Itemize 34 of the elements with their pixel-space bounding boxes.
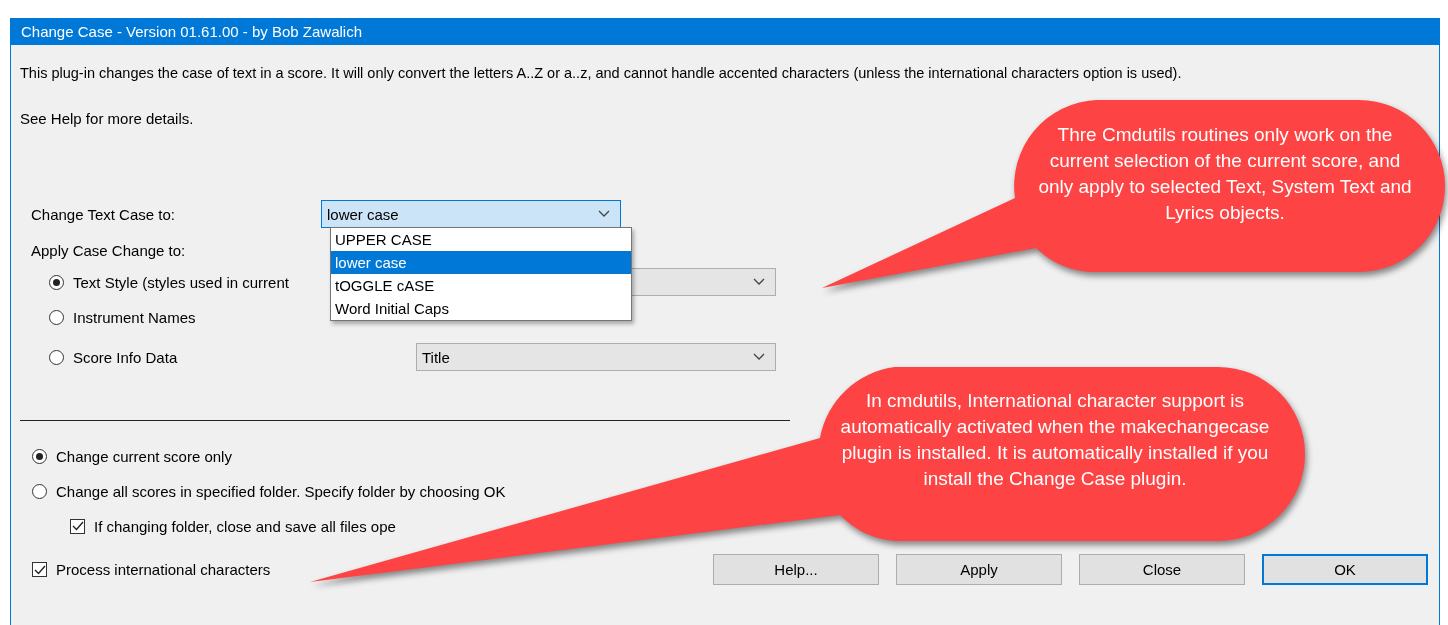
radio-label: Change all scores in specified folder. Specify folder by choosing OK <box>56 482 506 500</box>
radio-button[interactable] <box>49 274 64 290</box>
radio-label: Text Style (styles used in current <box>73 273 289 291</box>
dropdown-option[interactable]: Word Initial Caps <box>331 297 631 320</box>
checkbox-label: Process international characters <box>56 561 271 578</box>
chevron-icon <box>598 210 610 218</box>
dropdown-option[interactable]: tOGGLE cASE <box>331 274 631 297</box>
section-label: Apply Case Change to: <box>31 242 186 259</box>
window-title: Change Case - Version 01.61.00 - by Bob Zawalich <box>21 23 363 40</box>
dropdown-option[interactable]: lower case <box>331 251 631 274</box>
dropdown-option[interactable]: UPPER CASE <box>331 228 631 251</box>
chevron-icon <box>753 278 765 286</box>
radio-label: Change current score only <box>56 447 232 465</box>
checkbox[interactable] <box>70 518 85 534</box>
description-text: This plug-in changes the case of text in a score. It will only convert the letters A..Z or a..z, and cannot handle accented characters (unless the international characters option is used). <box>20 65 1183 81</box>
dialog-button[interactable]: Close <box>1079 554 1245 585</box>
radio-label: Score Info Data <box>73 348 178 366</box>
radio-button[interactable] <box>49 309 64 325</box>
radio-button[interactable] <box>32 448 47 464</box>
chevron-icon <box>753 353 765 361</box>
dialog-button[interactable]: OK <box>1262 554 1428 585</box>
radio-button[interactable] <box>49 349 64 365</box>
help-note: See Help for more details. <box>20 110 195 127</box>
checkbox-label: If changing folder, close and save all files ope <box>94 517 396 535</box>
callout-text: In cmdutils, International character support is automatically activated when the makechangecase plugin is installed. It is automatically installed if you install the Change Case plugin. <box>839 389 1271 491</box>
callout-text: Thre Cmdutils routines only work on the current selection of the current score, and only apply to selected Text, System Text and Lyrics objects. <box>1037 123 1413 225</box>
radio-label: Instrument Names <box>73 308 196 326</box>
checkbox[interactable] <box>32 562 47 577</box>
radio-button[interactable] <box>32 483 47 499</box>
dropdown[interactable]: Title <box>416 343 776 371</box>
case-dropdown[interactable]: lower case <box>321 200 621 228</box>
dialog-button[interactable]: Help... <box>713 554 879 585</box>
field-label: Change Text Case to: <box>31 205 176 223</box>
dialog-button[interactable]: Apply <box>896 554 1062 585</box>
